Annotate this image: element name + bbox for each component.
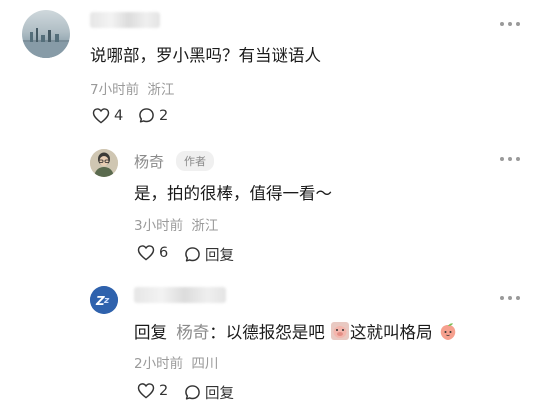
reply-to-name[interactable]: 杨奇 [176, 323, 209, 342]
reply-time: 2小时前 [134, 356, 184, 372]
comment-location: 浙江 [147, 82, 175, 98]
peach-emoji-icon [440, 323, 455, 340]
like-button[interactable]: 6 [137, 244, 168, 261]
avatar[interactable] [22, 10, 70, 58]
reply-count: 2 [159, 107, 169, 124]
reply-author-name[interactable]: 杨奇 [134, 151, 164, 172]
like-count: 4 [114, 107, 124, 124]
comment-bubble-icon [139, 108, 154, 123]
reply-count-button[interactable]: 2 [138, 107, 168, 124]
reply-text-part-a: ：以德报怨是吧 [209, 323, 325, 342]
zz-avatar-icon: Z z [90, 286, 118, 314]
reply-text-part-b: 这就叫格局 [350, 323, 433, 342]
like-count: 6 [159, 244, 169, 261]
reply-meta: 3小时前 浙江 [134, 214, 218, 234]
comment-bubble-icon [185, 247, 200, 262]
username-redacted[interactable] [134, 287, 226, 303]
city-skyline-icon [22, 28, 70, 58]
reply-text: 是，拍的很棒，值得一看～ [134, 184, 332, 203]
heart-icon [92, 108, 110, 124]
comment-meta: 7小时前 浙江 [90, 78, 174, 98]
comment-time: 7小时前 [90, 82, 140, 98]
author-badge: 作者 [176, 151, 214, 171]
reply-time: 3小时前 [134, 218, 184, 234]
reply-item: Z z 回复 杨奇：以德报怨是吧 这就叫格局 2小时前 四川 2 回复 [0, 275, 550, 413]
avatar[interactable]: Z z [90, 286, 118, 314]
reply-prefix: 回复 [134, 323, 167, 342]
more-options-button[interactable] [500, 155, 520, 163]
comment-bubble-icon [185, 385, 200, 400]
reply-location: 四川 [191, 356, 219, 372]
person-avatar-icon [90, 149, 118, 177]
more-options-button[interactable] [500, 20, 520, 28]
heart-icon [137, 245, 155, 261]
like-count: 2 [159, 382, 169, 399]
reply-label: 回复 [205, 386, 234, 402]
comment-item: 说哪部，罗小黑吗？有当谜语人 7小时前 浙江 4 2 [0, 0, 550, 140]
more-options-button[interactable] [500, 294, 520, 302]
comment-text: 说哪部，罗小黑吗？有当谜语人 [90, 46, 321, 65]
heart-icon [137, 383, 155, 399]
reply-location: 浙江 [191, 218, 219, 234]
more-dots-icon [500, 296, 504, 300]
pig-emoji-icon [331, 322, 349, 340]
more-dots-icon [500, 22, 504, 26]
like-button[interactable]: 2 [137, 382, 168, 399]
reply-label: 回复 [205, 248, 234, 264]
like-button[interactable]: 4 [92, 107, 123, 124]
reply-item: 杨奇 作者 是，拍的很棒，值得一看～ 3小时前 浙江 6 回复 [0, 140, 550, 275]
svg-text:z: z [103, 296, 110, 306]
more-dots-icon [500, 157, 504, 161]
reply-text: 回复 杨奇：以德报怨是吧 这就叫格局 [134, 319, 458, 343]
username-redacted[interactable] [90, 12, 160, 28]
avatar[interactable] [90, 149, 118, 177]
reply-meta: 2小时前 四川 [134, 352, 218, 372]
reply-button[interactable]: 回复 [184, 382, 234, 403]
reply-button[interactable]: 回复 [184, 244, 234, 265]
